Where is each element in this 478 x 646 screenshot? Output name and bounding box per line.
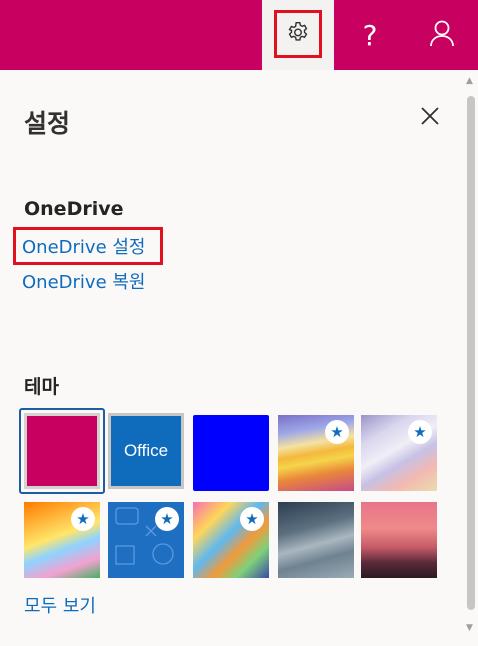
scrollbar-thumb[interactable] — [467, 96, 475, 610]
scroll-up-arrow-icon[interactable]: ▲ — [466, 76, 473, 86]
close-button[interactable] — [416, 104, 444, 132]
premium-star-icon: ★ — [325, 420, 349, 444]
theme-tile-office[interactable]: Office — [108, 413, 184, 489]
premium-star-icon: ★ — [240, 507, 264, 531]
account-button[interactable] — [406, 0, 478, 70]
gear-icon — [285, 20, 311, 50]
help-icon: ? — [362, 18, 378, 52]
onedrive-heading: OneDrive — [24, 198, 124, 220]
theme-tile-cartoon[interactable]: ★ — [24, 502, 100, 578]
theme-heading: 테마 — [24, 376, 59, 398]
onedrive-settings-link[interactable]: OneDrive 설정 — [22, 233, 145, 259]
theme-tile-blue[interactable] — [193, 415, 269, 491]
see-all-themes-link[interactable]: 모두 보기 — [24, 592, 96, 618]
panel-title: 설정 — [24, 109, 71, 138]
theme-tile-magenta[interactable] — [24, 413, 100, 489]
scrollbar[interactable]: ▲ ▼ — [464, 70, 478, 646]
theme-tile-colorful-map[interactable]: ★ — [193, 502, 269, 578]
premium-star-icon: ★ — [71, 507, 95, 531]
office-tile-label: Office — [123, 441, 169, 460]
close-icon — [420, 106, 440, 130]
premium-star-icon: ★ — [408, 420, 432, 444]
onedrive-restore-link[interactable]: OneDrive 복원 — [22, 268, 145, 294]
settings-button[interactable] — [262, 0, 334, 70]
top-bar: ? — [0, 0, 478, 70]
theme-tile-rainbow[interactable]: ★ — [278, 415, 354, 491]
scroll-down-arrow-icon[interactable]: ▼ — [466, 623, 473, 633]
theme-tile-mountain-clouds[interactable] — [278, 502, 354, 578]
premium-star-icon: ★ — [155, 507, 179, 531]
user-icon — [427, 18, 457, 52]
theme-tile-silver-waves[interactable]: ★ — [361, 415, 437, 491]
theme-tile-icons-blue[interactable]: ★ — [108, 502, 184, 578]
help-button[interactable]: ? — [334, 0, 406, 70]
theme-tile-palm-sunset[interactable] — [361, 502, 437, 578]
